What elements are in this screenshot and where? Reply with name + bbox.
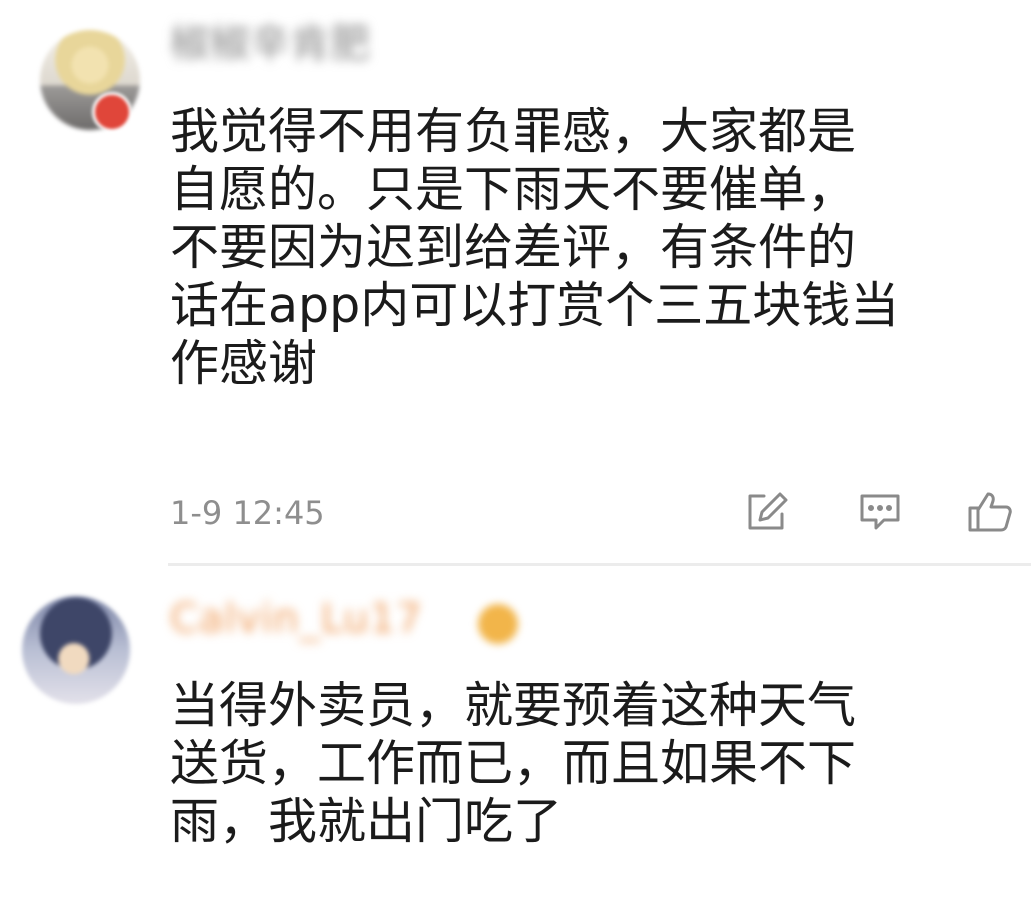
comment-text: 我觉得不用有负罪感，大家都是 自愿的。只是下雨天不要催单， 不要因为迟到给差评，…	[170, 103, 900, 392]
like-icon[interactable]	[966, 488, 1014, 536]
timestamp: 1-9 12:45	[170, 494, 325, 532]
comment-text: 当得外卖员，就要预着这种天气 送货，工作而已，而且如果不下 雨，我就出门吃了	[170, 677, 857, 850]
username[interactable]: Calvin_Lu17	[170, 595, 423, 643]
avatar[interactable]	[22, 596, 130, 704]
username[interactable]: 椒椒辛肯肥	[170, 20, 370, 68]
share-icon[interactable]	[742, 488, 790, 536]
verified-badge-icon	[92, 92, 132, 132]
member-badge-icon	[478, 604, 518, 644]
comment-item: 椒椒辛肯肥 我觉得不用有负罪感，大家都是 自愿的。只是下雨天不要催单， 不要因为…	[0, 0, 1031, 566]
reply-icon[interactable]	[856, 488, 904, 536]
